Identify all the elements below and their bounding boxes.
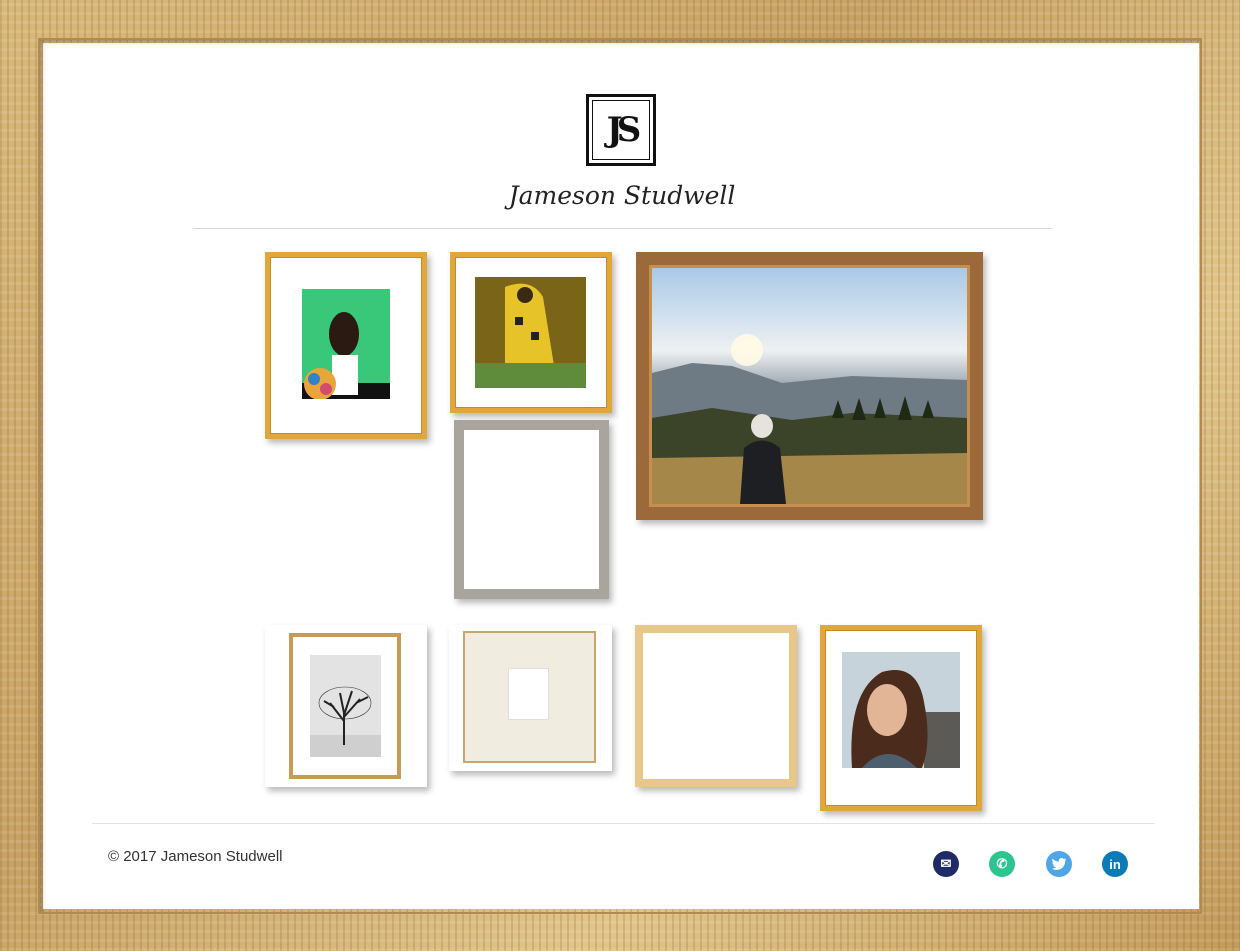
frame-2[interactable]	[450, 252, 612, 413]
frame-6-mat	[463, 631, 596, 763]
frame-8[interactable]	[820, 625, 982, 811]
phone-icon[interactable]: ✆	[989, 851, 1015, 877]
linkedin-icon[interactable]: in	[1102, 851, 1128, 877]
artwork-woman-backpack	[302, 289, 390, 399]
photo-woman-portrait	[842, 652, 960, 768]
footer-divider	[92, 823, 1155, 824]
copyright-text: © 2017 Jameson Studwell	[108, 848, 283, 865]
frame-4-ornate[interactable]	[636, 252, 983, 520]
logo-letters: JS	[606, 110, 642, 150]
frame-6[interactable]	[449, 625, 612, 771]
frame-5-inner	[289, 633, 401, 779]
page-content: JS Jameson Studwell © 2017 Jameson Studw…	[43, 43, 1199, 909]
artwork-tree	[310, 655, 381, 757]
photo-mountain-hiker	[652, 268, 967, 504]
header-divider	[193, 228, 1052, 229]
artwork-the-kiss	[475, 277, 586, 388]
frame-7-empty-gold[interactable]	[635, 625, 797, 787]
frame-1[interactable]	[265, 252, 427, 439]
email-icon[interactable]: ✉	[933, 851, 959, 877]
frame-3-empty-barnwood[interactable]	[454, 420, 609, 599]
frame-6-print	[508, 668, 549, 720]
js-logo[interactable]: JS	[586, 94, 656, 166]
twitter-icon[interactable]	[1046, 851, 1072, 877]
frame-5[interactable]	[265, 625, 427, 787]
site-name[interactable]: Jameson Studwell	[493, 181, 751, 210]
